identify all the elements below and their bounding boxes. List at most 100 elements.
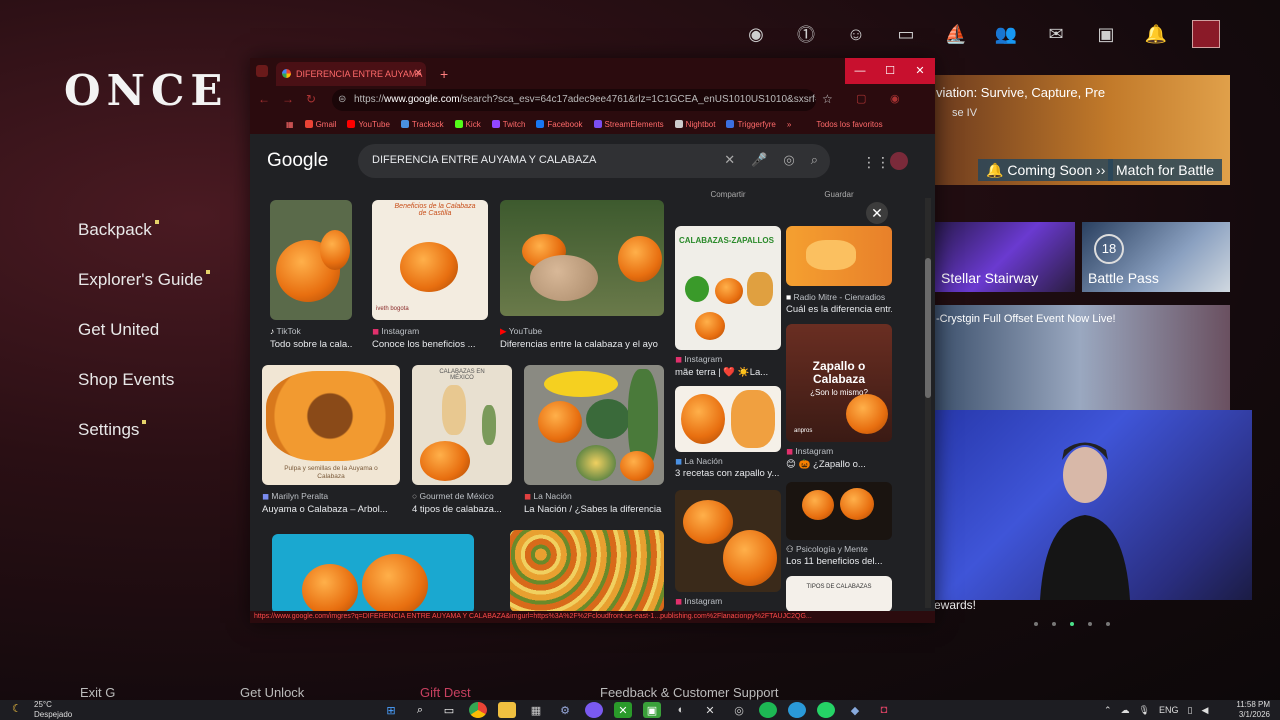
chest-icon[interactable]: ▣ — [1092, 20, 1120, 48]
chevron-up-icon[interactable]: ⌃ — [1104, 705, 1112, 716]
close-preview-icon[interactable]: ✕ — [866, 202, 888, 224]
bookmarks-overflow-icon[interactable]: » — [787, 120, 791, 129]
feedback-button[interactable]: Feedback & Customer Support — [600, 685, 778, 700]
language-indicator[interactable]: ENG — [1159, 705, 1179, 715]
image-result[interactable]: ♪ TikTok Todo sobre la cala... — [270, 200, 352, 350]
exit-game-button[interactable]: Exit G — [80, 685, 115, 700]
close-window-button[interactable]: ✕ — [905, 58, 935, 84]
account-avatar[interactable] — [890, 152, 908, 170]
friends-icon[interactable]: 👥 — [992, 20, 1020, 48]
site-info-icon[interactable]: ⊜ — [338, 94, 346, 105]
image-result[interactable]: ◼ Instagram — [675, 490, 781, 610]
menu-settings[interactable]: Settings — [78, 420, 147, 440]
all-bookmarks[interactable]: Todos los favoritos — [816, 120, 882, 129]
capcut-icon[interactable]: ✕ — [701, 702, 719, 718]
app-icon-2[interactable]: ◆ — [846, 702, 864, 718]
mic-icon[interactable]: 🎙 — [1139, 705, 1150, 716]
network-icon[interactable]: ▯ — [1188, 705, 1193, 716]
maximize-button[interactable]: ☐ — [875, 58, 905, 84]
image-result[interactable]: Zapallo o Calabaza ¿Son lo mismo? anpros… — [786, 324, 892, 474]
app-icon[interactable]: ◐ — [672, 702, 690, 718]
profile-icon[interactable]: ◉ — [890, 92, 900, 105]
menu-shop-events[interactable]: Shop Events — [78, 370, 174, 390]
bookmark-item[interactable]: Facebook — [536, 120, 583, 129]
image-result[interactable]: CALABAZAS EN MÉXICO ○ Gourmet de México … — [412, 365, 512, 515]
search-box[interactable]: DIFERENCIA ENTRE AUYAMA Y CALABAZA ✕ 🎤 ◎… — [358, 144, 830, 178]
monitor-icon[interactable]: ▭ — [892, 20, 920, 48]
image-result[interactable]: Pulpa y semillas de la Auyama o Calabaza… — [262, 365, 400, 515]
clear-icon[interactable]: ✕ — [724, 152, 735, 168]
bookmark-item[interactable]: Kick — [454, 120, 481, 129]
google-logo[interactable]: Google — [267, 150, 328, 172]
profile-avatar[interactable] — [1192, 20, 1220, 48]
bookmark-item[interactable]: Twitch — [491, 120, 525, 129]
event-banner-crystgin[interactable]: -Crystgin Full Offset Event Now Live! — [930, 305, 1230, 415]
tile-battle-pass[interactable]: 18 Battle Pass — [1082, 222, 1230, 292]
search-icon[interactable]: ⌕ — [811, 152, 818, 168]
steam-icon[interactable]: ⚙ — [556, 702, 574, 718]
tab-google-search[interactable]: DIFERENCIA ENTRE AUYAMA — [276, 62, 426, 86]
save-button[interactable]: Guardar — [786, 190, 892, 200]
image-result[interactable]: ◼ La Nación 3 recetas con zapallo y... — [675, 386, 781, 482]
apps-grid-icon[interactable]: ⋮⋮ — [862, 154, 890, 171]
chrome-icon[interactable] — [469, 702, 487, 718]
reload-icon[interactable]: ↻ — [306, 92, 316, 106]
task-view-icon[interactable]: ▭ — [440, 702, 458, 718]
start-icon[interactable]: ⊞ — [382, 702, 400, 718]
microphone-icon[interactable]: 🎤 — [751, 152, 767, 168]
alert-icon[interactable]: ⓵ — [792, 20, 820, 48]
bookmark-item[interactable]: YouTube — [347, 120, 390, 129]
unlock-button[interactable]: Get Unlock — [240, 685, 304, 700]
image-result[interactable]: Beneficios de la Calabaza de Castilla iv… — [372, 200, 488, 350]
whatsapp-icon[interactable] — [817, 702, 835, 718]
extensions-icon[interactable]: ▢ — [856, 92, 866, 105]
back-icon[interactable]: ← — [258, 92, 270, 106]
bell-icon[interactable]: 🔔 — [1142, 20, 1170, 48]
discord-icon[interactable] — [585, 702, 603, 718]
pet-icon[interactable]: ☺ — [842, 20, 870, 48]
bookmark-item[interactable]: Gmail — [304, 120, 336, 129]
panda-avatar-icon[interactable]: ◉ — [742, 20, 770, 48]
apps-icon[interactable]: ▦ — [286, 120, 294, 129]
menu-explorers-guide[interactable]: Explorer's Guide — [78, 270, 211, 290]
image-result[interactable] — [510, 530, 664, 612]
new-tab-icon[interactable]: + — [440, 62, 448, 86]
telegram-icon[interactable] — [788, 702, 806, 718]
tab-menu-icon[interactable] — [256, 65, 268, 77]
minecraft-icon[interactable]: ▣ — [643, 702, 661, 718]
game-app-icon[interactable]: ◘ — [875, 702, 893, 718]
event-banner-top[interactable]: viation: Survive, Capture, Pre se IV 🔔 C… — [930, 75, 1230, 185]
menu-backpack[interactable]: Backpack — [78, 220, 159, 240]
file-explorer-icon[interactable] — [498, 702, 516, 718]
image-result[interactable]: TIPOS DE CALABAZAS — [786, 576, 892, 612]
volume-icon[interactable]: ◀ — [1201, 705, 1208, 716]
bookmark-item[interactable]: Tracksck — [400, 120, 444, 129]
image-result[interactable]: ◼ La Nación La Nación / ¿Sabes la difere… — [524, 365, 664, 515]
scrollbar[interactable] — [925, 198, 931, 608]
address-bar[interactable]: https://www.google.com/search?sca_esv=64… — [332, 89, 816, 111]
search-icon[interactable]: ⌕ — [411, 702, 429, 718]
menu-get-united[interactable]: Get United — [78, 320, 159, 340]
clock[interactable]: 11:58 PM 3/1/2026 — [1232, 700, 1270, 720]
cloud-icon[interactable]: ☁ — [1121, 705, 1130, 716]
weather-widget[interactable]: ☾ 25°C Despejado — [12, 700, 72, 720]
image-result[interactable]: ■ Radio Mitre - Cienradios Cuál es la di… — [786, 226, 892, 318]
match-for-battle-button[interactable]: Match for Battle — [1108, 159, 1223, 181]
image-result[interactable]: ▶ YouTube Diferencias entre la calabaza … — [500, 200, 664, 350]
carousel-dots[interactable] — [1034, 622, 1110, 626]
image-result[interactable]: CALABAZAS-ZAPALLOS ◼ Instagram mãe terra… — [675, 226, 781, 382]
bookmark-star-icon[interactable]: ☆ — [822, 92, 833, 106]
tile-stellar-stairway[interactable]: Stellar Stairway — [935, 222, 1075, 292]
spotify-icon[interactable] — [759, 702, 777, 718]
boat-icon[interactable]: ⛵ — [942, 20, 970, 48]
bookmark-item[interactable]: Nightbot — [674, 120, 715, 129]
lens-icon[interactable]: ◎ — [783, 152, 794, 168]
mail-icon[interactable]: ✉ — [1042, 20, 1070, 48]
image-result[interactable]: ⚇ Psicología y Mente Los 11 beneficios d… — [786, 482, 892, 570]
minimize-button[interactable]: — — [845, 58, 875, 84]
scrollbar-thumb[interactable] — [925, 258, 931, 398]
tab-close-icon[interactable]: ✕ — [414, 62, 422, 86]
xbox-icon[interactable]: ✕ — [614, 702, 632, 718]
forward-icon[interactable]: → — [282, 92, 294, 106]
bookmark-item[interactable]: Triggerfyre — [726, 120, 776, 129]
